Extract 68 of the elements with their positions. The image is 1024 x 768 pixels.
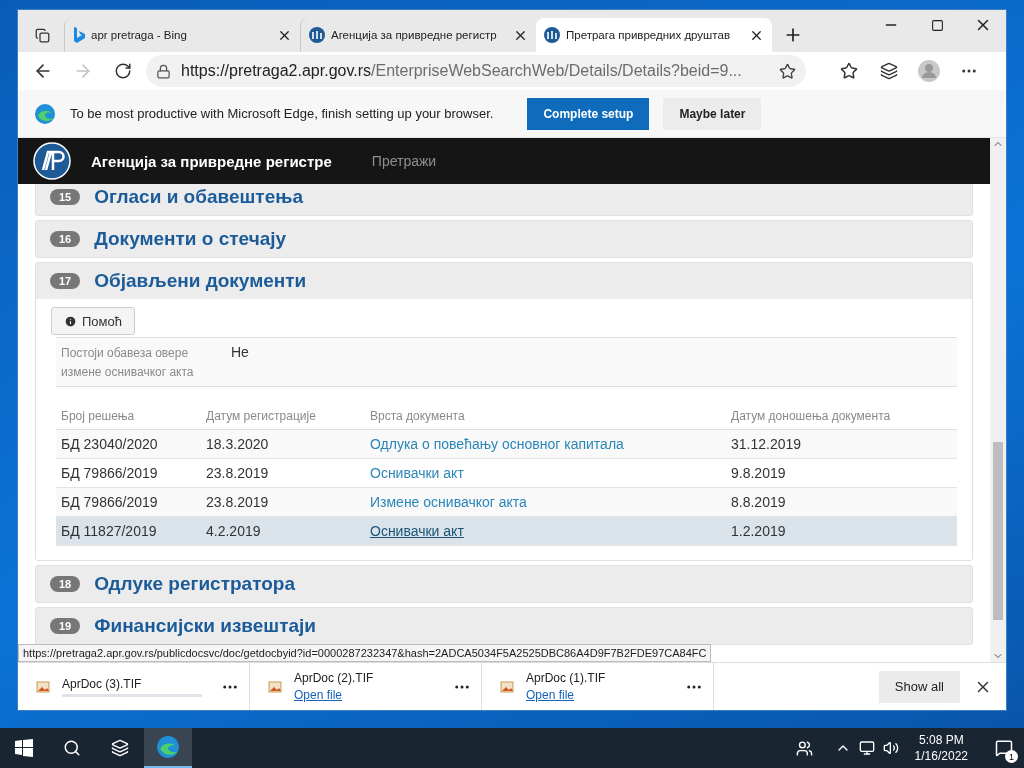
document-link[interactable]: Оснивачки акт [370,465,464,481]
table-cell: 23.8.2019 [201,487,365,517]
section-title[interactable]: Документи о стечају [94,228,287,250]
column-header: Датум регистрације [201,409,365,430]
section-title[interactable]: Огласи и обавештења [94,186,303,208]
table-row[interactable]: БД 23040/2020 18.3.2020 Одлука о повећању основног капитала 31.12.2019 [56,429,957,459]
logo-icon [309,27,325,43]
table-cell: 23.8.2019 [201,458,365,488]
setup-message: To be most productive with Microsoft Edge, finish setting up your browser. [70,106,494,121]
section-number: 18 [50,576,81,592]
image-file-icon [36,679,50,694]
field-label: Постоји обавеза овере измене оснивачког акта [61,345,195,380]
star-icon[interactable] [779,62,796,80]
clock[interactable]: 5:08 PM 1/16/2022 [906,732,976,764]
file-name: AprDoc (2).TIF [294,671,375,685]
section-number: 15 [50,189,81,205]
section-title[interactable]: Финансијски извештаји [94,615,316,637]
help-button[interactable]: Помоћ [51,307,135,335]
logo-icon [544,27,560,43]
table-row[interactable]: БД 79866/2019 23.8.2019 Измене оснивачког акта 8.8.2019 [56,487,957,517]
table-cell: 31.12.2019 [726,429,957,459]
table-cell: БД 79866/2019 [56,487,201,517]
bing-icon [73,27,85,43]
table-row[interactable]: БД 11827/2019 4.2.2019 Оснивачки акт 1.2.2019 [56,516,957,546]
document-link[interactable]: Измене оснивачког акта [370,494,527,510]
section-number: 17 [50,273,81,289]
browser-logo-icon [34,102,56,125]
info-icon [64,314,77,328]
network-icon[interactable] [858,740,875,756]
open-file-link[interactable]: Open file [294,688,441,702]
site-title[interactable]: Агенција за привредне регистре [91,152,332,170]
table-cell: БД 79866/2019 [56,458,201,488]
column-header: Број решења [56,409,201,430]
table-cell: 18.3.2020 [201,429,365,459]
maybe-later-button[interactable]: Maybe later [663,97,762,130]
browser-taskbar-icon[interactable] [144,728,192,768]
address-field[interactable]: https://pretraga2.apr.gov.rs/EnterpriseWebSearchWeb/Details/Details?beid=9... [146,55,806,87]
open-file-link[interactable]: Open file [526,688,673,702]
document-link[interactable]: Оснивачки акт [370,523,464,539]
table-cell: БД 11827/2019 [56,516,201,546]
people-icon[interactable] [795,739,813,757]
complete-setup-button[interactable]: Complete setup [527,97,650,130]
section-number: 19 [50,618,81,634]
show-all-button[interactable]: Show all [878,670,960,703]
table-cell: БД 23040/2020 [56,429,201,459]
section-number: 16 [50,231,81,247]
volume-icon[interactable] [882,740,899,756]
status-url: https://pretraga2.apr.gov.rs/publicdocsvc/doc/getdocbyid?id=0000287232347&hash=2ADCA5034F5A2525DBC86A4D9F7B2FDE97CA84FC [18,644,712,662]
scrollbar-thumb[interactable] [993,442,1003,620]
table-cell: 4.2.2019 [201,516,365,546]
nav-link[interactable]: Претражи [371,153,437,169]
table-cell: 1.2.2019 [726,516,957,546]
logo-icon[interactable] [33,142,71,180]
table-row[interactable]: БД 79866/2019 23.8.2019 Оснивачки акт 9.8.2019 [56,458,957,488]
column-header: Датум доношења документа [726,409,957,430]
table-cell: 9.8.2019 [726,458,957,488]
column-header: Врста документа [365,409,726,430]
image-file-icon [500,679,514,694]
section-title[interactable]: Одлуке регистратора [94,573,295,595]
lock-icon[interactable] [156,63,171,79]
document-link[interactable]: Одлука о повећању основног капитала [370,436,624,452]
file-name: AprDoc (1).TIF [526,671,607,685]
field-value: Не [231,344,249,362]
image-file-icon [268,679,282,694]
file-name: AprDoc (3).TIF [62,676,143,691]
section-title[interactable]: Објављени документи [94,270,307,292]
browser-tab[interactable]: Претрага привредних друштав [536,18,772,52]
table-cell: 8.8.2019 [726,487,957,517]
